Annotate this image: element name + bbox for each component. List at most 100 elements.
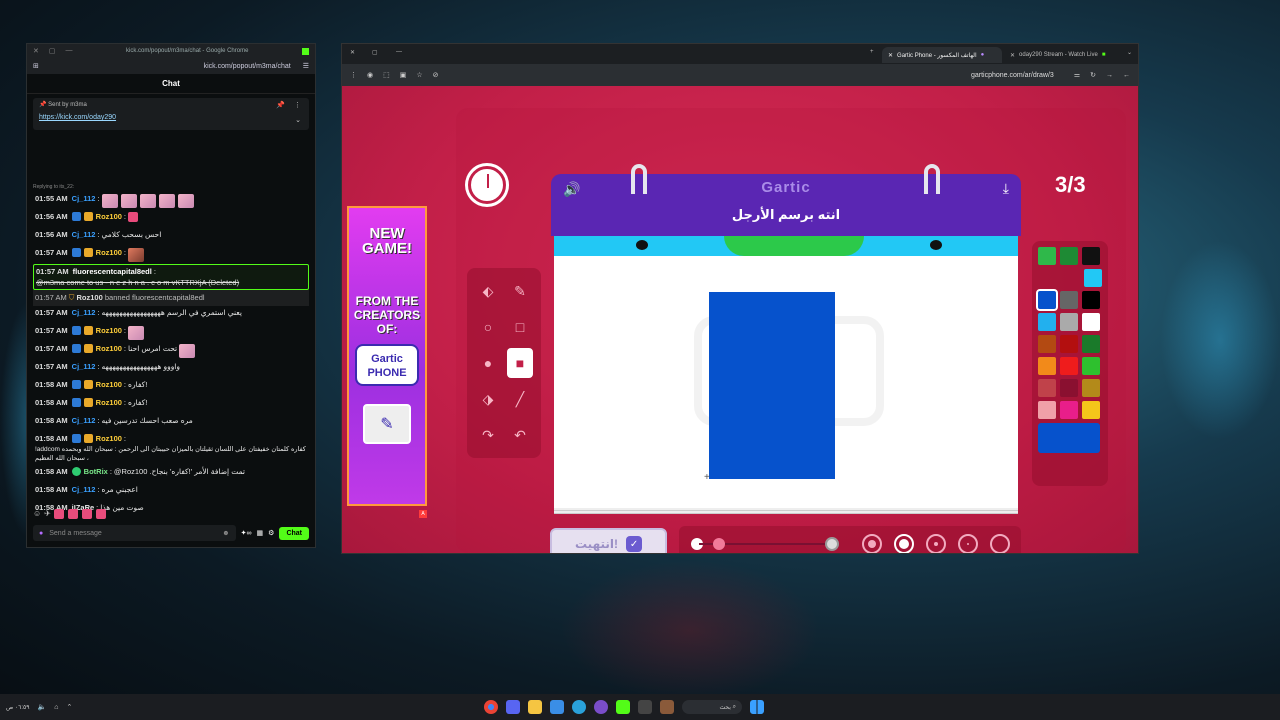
ad-banner[interactable]: NEW GAME! FROM THE CREATORS OF: Gartic P… (347, 206, 427, 506)
color-swatch[interactable] (1060, 379, 1078, 397)
tab-close-icon[interactable]: ✕ (1010, 52, 1015, 59)
brush-size-option[interactable] (926, 534, 946, 553)
emote-icon[interactable]: ☺ (33, 509, 41, 519)
folder-icon[interactable] (528, 700, 542, 714)
profile-icon[interactable]: ◉ (367, 71, 373, 79)
done-button[interactable]: انتهيت! ✓ (550, 528, 667, 553)
chevron-up-icon[interactable]: ⌃ (66, 703, 72, 711)
screenshot-icon[interactable]: ▣ (400, 71, 407, 79)
chevron-down-icon[interactable]: ⌄ (295, 116, 301, 124)
settings-icon[interactable]: ☰ (303, 62, 309, 70)
unpin-icon[interactable]: 📌 (276, 101, 285, 109)
more-options-icon[interactable]: ⋮ (294, 101, 301, 109)
emote-icon[interactable] (81, 509, 92, 519)
bucket-tool-icon[interactable]: ⬗ (475, 384, 501, 414)
color-swatch[interactable] (1082, 401, 1100, 419)
gear-icon[interactable]: ⚙ (268, 529, 274, 537)
minimize-icon[interactable]: — (66, 47, 73, 55)
brush-size-option[interactable] (958, 534, 978, 553)
extensions-icon[interactable]: ⬚ (383, 71, 390, 79)
close-window-icon[interactable]: ✕ (350, 49, 355, 56)
color-swatch[interactable] (1060, 247, 1078, 265)
rect-fill-tool-icon[interactable]: ■ (507, 348, 533, 378)
color-swatch[interactable] (1082, 313, 1100, 331)
rect-outline-tool-icon[interactable]: □ (507, 312, 533, 342)
color-swatch[interactable] (1060, 401, 1078, 419)
forward-icon[interactable]: → (1106, 72, 1113, 79)
chat-username[interactable]: Roz100 (96, 212, 122, 221)
brush-size-option-selected[interactable] (894, 534, 914, 553)
tab-close-icon[interactable]: ✕ (888, 52, 893, 59)
line-tool-icon[interactable]: ╱ (507, 384, 533, 414)
color-swatch[interactable] (1082, 247, 1100, 265)
taskbar-search[interactable]: بحث ⌕ (682, 700, 742, 714)
drawing-canvas[interactable]: + (554, 236, 1018, 508)
chat-username[interactable]: fluorescentcapital8edl (73, 267, 152, 276)
chrome-icon[interactable] (484, 700, 498, 714)
color-swatch[interactable] (1082, 379, 1100, 397)
tab-list-icon[interactable]: ⌄ (1127, 49, 1132, 56)
brush-size-option[interactable] (862, 534, 882, 553)
chat-username[interactable]: Cj_112 (72, 194, 96, 203)
ellipse-fill-tool-icon[interactable]: ● (475, 348, 501, 378)
chat-username[interactable]: Cj_112 (72, 416, 96, 425)
eraser-tool-icon[interactable]: ⬖ (475, 276, 501, 306)
address-bar[interactable]: garticphone.com/ar/draw/3 (449, 72, 1064, 79)
color-swatch[interactable] (1038, 247, 1056, 265)
tab-gartic[interactable]: ✕ Gartic Phone - الهاتف المكسور ● (882, 47, 1002, 63)
brush-size-option[interactable] (990, 534, 1010, 553)
chat-username[interactable]: BotRix (84, 467, 108, 476)
volume-icon[interactable]: 🔈 (37, 703, 46, 711)
ad-choice-badge[interactable]: A (419, 510, 427, 518)
message-input[interactable]: ● Send a message ☻ (33, 525, 236, 541)
color-swatch[interactable] (1038, 401, 1056, 419)
chat-message-list[interactable]: Replying to its_22: 01:55 AM Cj_112: 01:… (27, 184, 315, 544)
undo-icon[interactable]: ↶ (507, 420, 533, 450)
color-swatch[interactable] (1084, 269, 1102, 287)
chat-username[interactable]: Cj_112 (72, 485, 96, 494)
maximize-icon[interactable]: ▢ (49, 47, 56, 55)
chat-username[interactable]: Cj_112 (72, 308, 96, 317)
color-swatch[interactable] (1060, 313, 1078, 331)
color-swatch[interactable] (1038, 379, 1056, 397)
ellipse-outline-tool-icon[interactable]: ○ (475, 312, 501, 342)
emoji-icon[interactable]: ☻ (222, 530, 229, 537)
close-icon[interactable]: ✕ (33, 47, 39, 55)
chat-username[interactable]: Roz100 (96, 248, 122, 257)
windows-start-icon[interactable] (750, 700, 764, 714)
network-icon[interactable]: ⌂ (54, 704, 58, 711)
obs-icon[interactable] (594, 700, 608, 714)
pinned-link[interactable]: https://kick.com/oday290 (39, 114, 303, 121)
color-swatch[interactable] (1060, 291, 1078, 309)
chat-url[interactable]: kick.com/popout/m3ma/chat (45, 63, 297, 70)
color-swatch[interactable] (1038, 313, 1056, 331)
game-app-icon[interactable] (660, 700, 674, 714)
pen-tool-icon[interactable]: ✎ (507, 276, 533, 306)
redo-icon[interactable]: ↷ (475, 420, 501, 450)
chat-username[interactable]: Cj_112 (72, 362, 96, 371)
emote-icon[interactable] (95, 509, 106, 519)
color-swatch[interactable] (1082, 291, 1100, 309)
clock[interactable]: ٠٦:٥٩ ص (6, 704, 29, 711)
chat-username[interactable]: Roz100 (96, 380, 122, 389)
download-icon[interactable]: ⤓ (1003, 180, 1009, 197)
color-swatch[interactable] (1038, 335, 1056, 353)
chat-username[interactable]: Roz100 (96, 326, 122, 335)
no-tracking-icon[interactable]: ⊘ (433, 71, 439, 79)
gift-icon[interactable]: ▦ (257, 529, 264, 537)
app-icon[interactable] (638, 700, 652, 714)
send-chat-button[interactable]: Chat (279, 526, 309, 540)
telegram-icon[interactable] (572, 700, 586, 714)
emote-icon[interactable]: ✈ (44, 509, 51, 519)
chat-username[interactable]: Roz100 (96, 398, 122, 407)
discord-icon[interactable] (506, 700, 520, 714)
kick-app-icon[interactable] (616, 700, 630, 714)
minimize-window-icon[interactable]: — (396, 49, 402, 55)
chat-username[interactable]: Roz100 (96, 434, 122, 443)
color-swatch[interactable] (1060, 335, 1078, 353)
reload-icon[interactable]: ↻ (1090, 71, 1096, 79)
site-info-icon[interactable]: ⊞ (33, 62, 39, 70)
emote-icon[interactable] (67, 509, 78, 519)
color-swatch[interactable] (1082, 335, 1100, 353)
back-icon[interactable]: ← (1123, 72, 1130, 79)
